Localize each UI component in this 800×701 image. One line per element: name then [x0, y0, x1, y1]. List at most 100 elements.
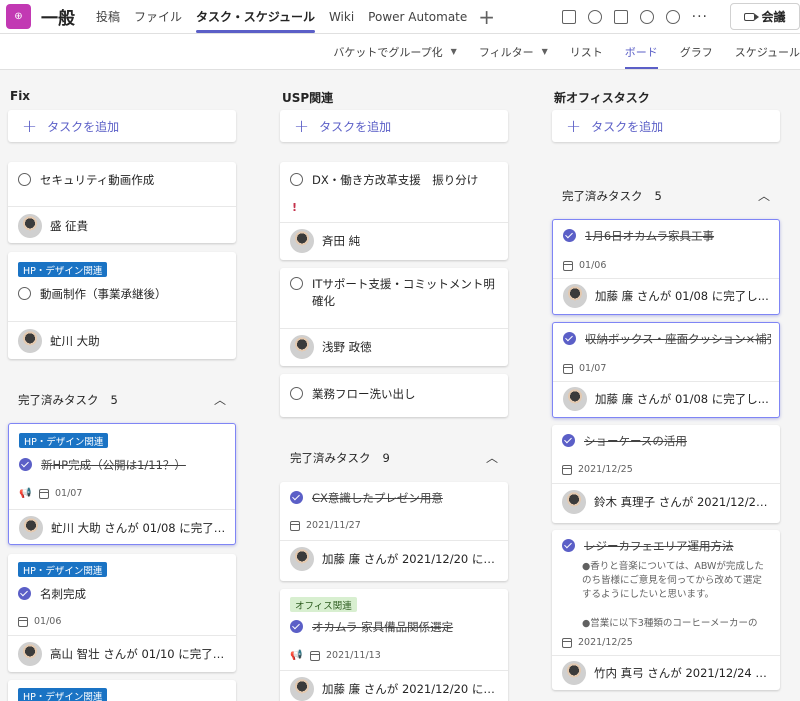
calendar-icon [290, 520, 300, 531]
completed-check-icon[interactable] [19, 458, 32, 471]
completed-section-toggle[interactable]: 完了済みタスク 9 ︿ [290, 450, 510, 466]
team-app-icon[interactable]: ⊕ [6, 4, 31, 29]
tab-wiki[interactable]: Wiki [322, 0, 361, 33]
assignee-name: 浅野 政徳 [322, 340, 372, 354]
complete-radio[interactable] [290, 173, 303, 186]
completed-by: 高山 智壮 さんが 01/10 に完了し... [50, 647, 228, 661]
megaphone-icon: 📢 [290, 649, 303, 661]
due-date: 01/07 [579, 363, 607, 374]
complete-radio[interactable] [18, 287, 31, 300]
header-actions: ··· [561, 0, 708, 33]
completed-check-icon[interactable] [290, 620, 303, 633]
task-card[interactable]: セキュリティ動画作成 盛 征貴 [8, 162, 236, 243]
view-board[interactable]: ボード [614, 34, 669, 69]
meet-button[interactable]: 会議 [730, 3, 800, 30]
due-date: 2021/12/25 [578, 464, 633, 475]
task-card[interactable]: 収納ボックス・座面クッション×補強 01/07 加藤 廉 さんが 01/08 に… [552, 322, 780, 418]
add-task-button[interactable]: + タスクを追加 [8, 110, 236, 142]
label-badge: HP・デザイン関連 [18, 688, 108, 701]
complete-radio[interactable] [290, 387, 303, 400]
avatar [290, 547, 314, 571]
bucket-title[interactable]: 新オフィスタスク [554, 89, 650, 106]
avatar [290, 229, 314, 253]
completed-section-toggle[interactable]: 完了済みタスク 5 ︿ [18, 392, 238, 408]
screen-icon[interactable] [561, 9, 576, 24]
chevron-down-icon: ▼ [541, 47, 548, 56]
chat-icon[interactable] [587, 9, 602, 24]
chevron-up-icon: ︿ [485, 451, 498, 465]
filter-label: フィルター [478, 45, 534, 59]
task-card[interactable]: HP・デザイン関連 名刺完成 01/06 高山 智壮 さんが 01/10 に完了… [8, 554, 236, 672]
video-camera-icon [744, 12, 760, 21]
due-date: 2021/12/25 [578, 637, 633, 648]
completed-check-icon[interactable] [562, 539, 575, 552]
chevron-up-icon: ︿ [213, 393, 226, 407]
calendar-icon [18, 616, 28, 627]
add-task-label: タスクを追加 [591, 119, 664, 134]
filter-dropdown[interactable]: フィルター ▼ [468, 34, 559, 69]
completed-by: 加藤 廉 さんが 01/08 に完了し... [595, 392, 769, 406]
task-title: 収納ボックス・座面クッション×補強 [585, 332, 771, 346]
bucket-title[interactable]: USP関連 [282, 89, 333, 106]
task-card[interactable]: 1月6日オカムラ家具工事 01/06 加藤 廉 さんが 01/08 に完了し..… [552, 219, 780, 315]
completed-section-toggle[interactable]: 完了済みタスク 5 ︿ [562, 188, 782, 204]
task-title: レジーカフェエリア運用方法 [584, 539, 734, 553]
task-card[interactable]: 業務フロー洗い出し [280, 374, 508, 417]
expand-icon[interactable] [613, 9, 628, 24]
add-task-button[interactable]: + タスクを追加 [280, 110, 508, 142]
globe-icon[interactable] [665, 9, 680, 24]
task-card[interactable]: DX・働き方改革支援 振り分け ! 斉田 純 [280, 162, 508, 260]
tab-posts[interactable]: 投稿 [89, 0, 127, 33]
due-date: 01/07 [55, 488, 83, 499]
completed-by: 加藤 廉 さんが 2021/12/20 に完... [322, 552, 500, 566]
completed-check-icon[interactable] [563, 332, 576, 345]
task-title: ITサポート支援・コミットメント明確化 [312, 277, 495, 308]
refresh-icon[interactable] [639, 9, 654, 24]
tab-power-automate[interactable]: Power Automate [361, 0, 474, 33]
plus-icon: + [566, 115, 582, 137]
tab-tasks-schedule[interactable]: タスク・スケジュール [189, 0, 322, 33]
view-schedule[interactable]: スケジュール [724, 34, 800, 69]
completed-count: 5 [654, 189, 662, 203]
view-charts[interactable]: グラフ [669, 34, 724, 69]
group-by-dropdown[interactable]: バケットでグループ化 ▼ [322, 34, 468, 69]
complete-radio[interactable] [18, 173, 31, 186]
completed-check-icon[interactable] [563, 229, 576, 242]
add-tab-icon[interactable]: + [478, 5, 495, 29]
due-date: 01/06 [579, 260, 607, 271]
task-title: オカムラ 家具備品関係選定 [312, 620, 454, 634]
avatar [19, 516, 43, 540]
completed-check-icon[interactable] [562, 434, 575, 447]
add-task-button[interactable]: + タスクを追加 [552, 110, 780, 142]
task-description: ●営業に以下3種類のコーヒーメーカーの [582, 618, 758, 629]
task-card[interactable]: オフィス関連 オカムラ 家具備品関係選定 📢 2021/11/13 加藤 廉 さん… [280, 589, 508, 701]
complete-radio[interactable] [290, 277, 303, 290]
avatar [290, 677, 314, 701]
chevron-down-icon: ▼ [450, 47, 457, 56]
task-title: 業務フロー洗い出し [312, 387, 416, 401]
completed-check-icon[interactable] [290, 491, 303, 504]
task-card[interactable]: ショーケースの活用 2021/12/25 鈴木 真理子 さんが 2021/12/… [552, 425, 780, 523]
task-card[interactable]: CX意識したプレゼン用意 2021/11/27 加藤 廉 さんが 2021/12… [280, 482, 508, 581]
calendar-icon [562, 464, 572, 475]
tab-files[interactable]: ファイル [127, 0, 189, 33]
task-card[interactable]: HP・デザイン関連 [8, 680, 236, 701]
completed-check-icon[interactable] [18, 587, 31, 600]
calendar-icon [563, 363, 573, 374]
calendar-icon [310, 650, 320, 661]
bucket-title[interactable]: Fix [10, 89, 30, 103]
task-card[interactable]: ITサポート支援・コミットメント明確化 浅野 政徳 [280, 268, 508, 366]
more-options-icon[interactable]: ··· [692, 9, 708, 25]
task-card[interactable]: HP・デザイン関連 動画制作（事業承継後） 虻川 大助 [8, 252, 236, 359]
completed-label: 完了済みタスク [290, 451, 371, 465]
completed-count: 5 [110, 393, 118, 407]
task-card[interactable]: HP・デザイン関連 新HP完成（公開は1/11？） 📢 01/07 虻川 大助 さ… [8, 423, 236, 545]
label-badge: HP・デザイン関連 [19, 433, 109, 448]
planner-toolbar: バケットでグループ化 ▼ フィルター ▼ リスト ボード グラフ スケジュール [0, 33, 800, 70]
completed-label: 完了済みタスク [18, 393, 99, 407]
due-date: 2021/11/13 [326, 650, 381, 661]
top-header: ⊕ 一般 投稿 ファイル タスク・スケジュール Wiki Power Autom… [0, 0, 800, 33]
view-list[interactable]: リスト [559, 34, 614, 69]
task-card[interactable]: レジーカフェエリア運用方法 ●香りと音楽については、ABWが完成したのち皆様にご… [552, 530, 780, 690]
completed-count: 9 [382, 451, 390, 465]
